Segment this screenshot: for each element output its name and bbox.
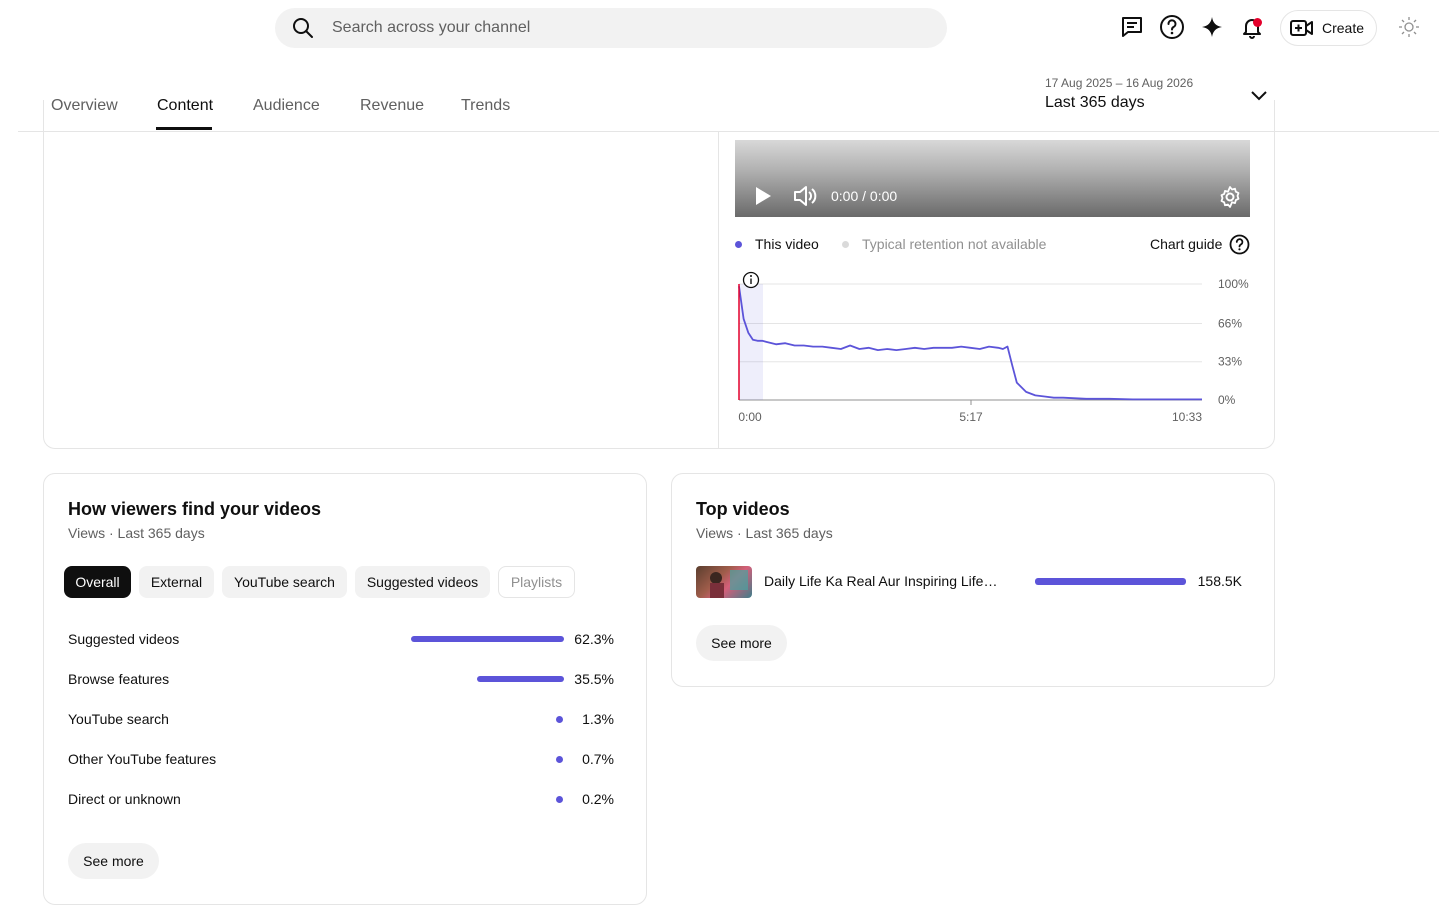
top-videos-title: Top videos [696, 499, 790, 519]
video-player[interactable]: 0:00 / 0:00 [735, 140, 1250, 217]
sparkle-icon[interactable] [1199, 14, 1225, 40]
feedback-icon[interactable] [1119, 14, 1145, 40]
y-tick-label: 33% [1218, 355, 1242, 369]
traffic-see-more-button[interactable]: See more [68, 843, 159, 879]
help-icon[interactable] [1159, 14, 1185, 40]
create-label: Create [1322, 20, 1365, 36]
chip-suggested-videos[interactable]: Suggested videos [355, 566, 490, 598]
tab-trends[interactable]: Trends [461, 97, 510, 115]
date-range-picker[interactable]: 17 Aug 2025 – 16 Aug 2026 Last 365 days [1045, 76, 1193, 112]
source-bar [477, 676, 564, 682]
legend-label: Typical retention not available [862, 236, 1047, 252]
x-tick-label: 10:33 [1172, 410, 1202, 424]
active-tab-indicator [156, 127, 212, 130]
theme-icon[interactable] [1396, 14, 1422, 40]
card-divider [718, 132, 719, 448]
chip-overall[interactable]: Overall [64, 566, 131, 598]
source-value: 1.3% [582, 711, 614, 727]
info-icon-dot [750, 275, 752, 277]
top-bar: Create [0, 0, 1439, 56]
traffic-card-title: How viewers find your videos [68, 499, 322, 519]
legend-typical: Typical retention not available [842, 236, 1046, 252]
help-icon[interactable] [1229, 234, 1250, 255]
create-video-icon [1290, 18, 1314, 38]
source-label: YouTube search [68, 711, 169, 727]
intro-highlight [739, 284, 763, 400]
y-tick-label: 0% [1218, 393, 1236, 407]
y-tick-label: 66% [1218, 316, 1242, 330]
tab-revenue[interactable]: Revenue [360, 97, 424, 115]
tab-overview[interactable]: Overview [51, 97, 118, 115]
x-tick-label: 5:17 [959, 410, 983, 424]
player-time: 0:00 / 0:00 [831, 188, 898, 204]
source-label: Direct or unknown [68, 791, 181, 807]
source-bar [411, 636, 564, 642]
source-value: 0.2% [582, 791, 614, 807]
source-value: 62.3% [574, 631, 614, 647]
retention-line [738, 286, 1202, 401]
play-icon[interactable] [753, 186, 773, 211]
x-tick-label: 0:00 [738, 410, 762, 424]
legend-this-video: This video [735, 236, 819, 252]
source-value: 0.7% [582, 751, 614, 767]
video-thumbnail[interactable] [696, 566, 752, 598]
date-range-label: Last 365 days [1045, 94, 1145, 111]
top-video-title[interactable]: Daily Life Ka Real Aur Inspiring Lifesty… [764, 573, 1004, 589]
chip-external[interactable]: External [139, 566, 214, 598]
source-label: Suggested videos [68, 631, 180, 647]
legend-label: This video [755, 236, 819, 252]
chip-youtube-search[interactable]: YouTube search [222, 566, 347, 598]
notification-dot [1253, 18, 1262, 27]
search-input[interactable] [332, 19, 892, 37]
volume-icon[interactable] [793, 185, 817, 212]
chart-guide-link[interactable]: Chart guide [1150, 236, 1222, 252]
legend-dot [842, 240, 849, 248]
top-video-bar [1035, 578, 1186, 585]
date-range-dates: 17 Aug 2025 – 16 Aug 2026 [1045, 76, 1194, 90]
top-video-views: 158.5K [1197, 573, 1242, 589]
source-value: 35.5% [574, 671, 614, 687]
chevron-down-icon[interactable] [1249, 86, 1269, 106]
top-videos-subtitle: Views · Last 365 days [696, 525, 833, 541]
traffic-card-subtitle: Views · Last 365 days [68, 525, 205, 541]
legend-dot [735, 240, 742, 248]
create-button[interactable]: Create [1280, 10, 1377, 46]
bell-icon[interactable] [1239, 14, 1265, 40]
search-bar[interactable] [275, 8, 947, 48]
source-label: Other YouTube features [68, 751, 217, 767]
retention-chart: 100% 66% 33% 0% 0:00 5:17 10:33 [738, 271, 1249, 424]
y-tick-label: 100% [1218, 277, 1249, 291]
search-icon[interactable] [291, 16, 315, 40]
tab-audience[interactable]: Audience [253, 97, 320, 115]
tab-bar: Overview Content Audience Revenue Trends [18, 60, 1439, 132]
chip-playlists: Playlists [498, 566, 575, 598]
source-label: Browse features [68, 671, 170, 687]
settings-gear-icon[interactable] [1218, 185, 1242, 214]
tab-content[interactable]: Content [157, 97, 213, 115]
top-videos-see-more-button[interactable]: See more [696, 625, 787, 661]
